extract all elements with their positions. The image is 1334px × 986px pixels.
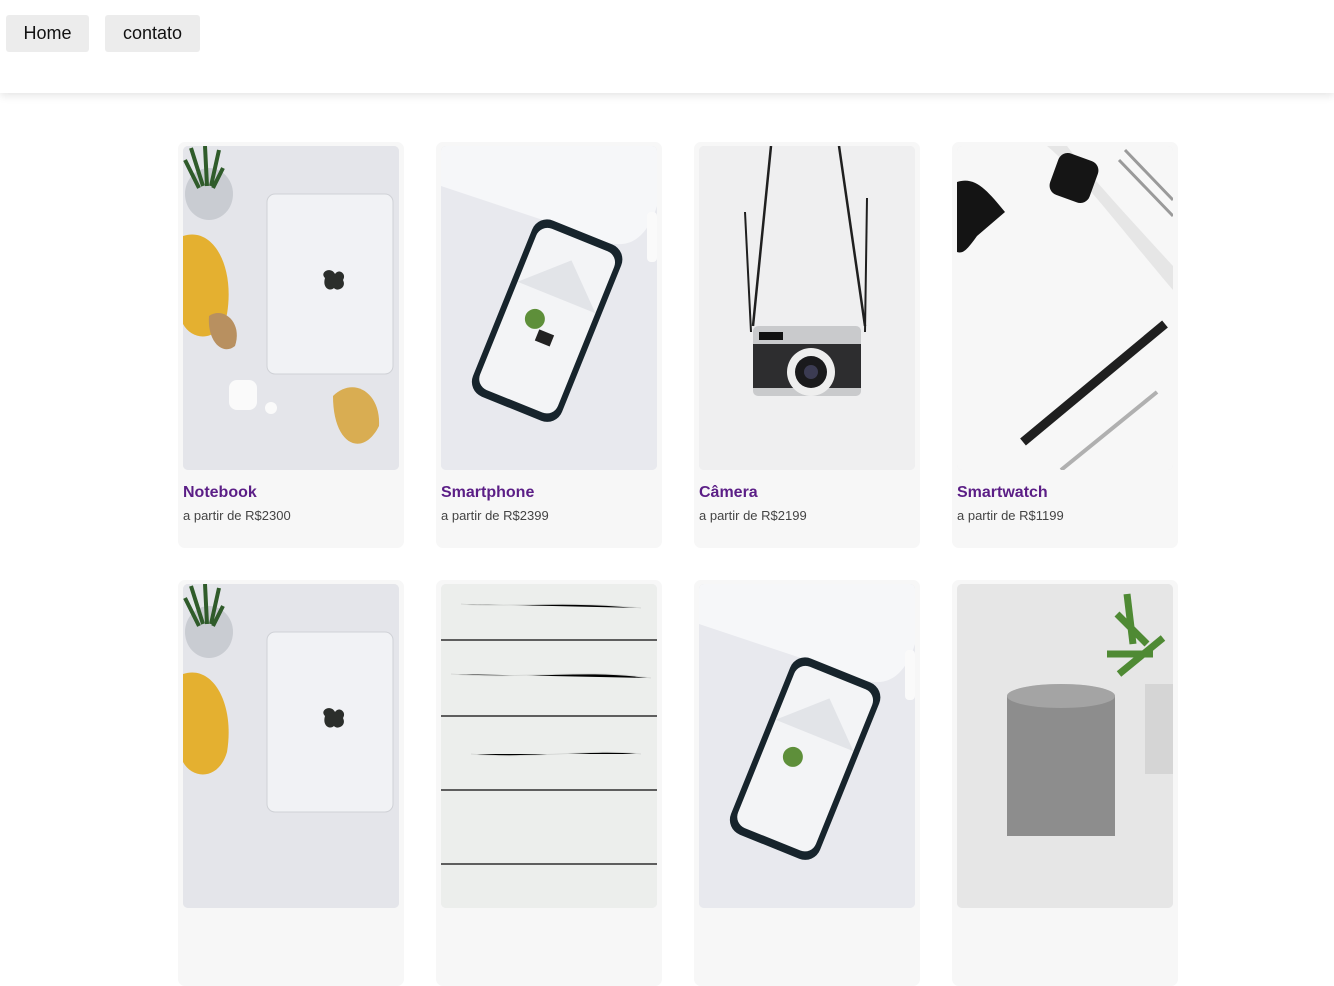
product-card-smartphone[interactable]: Smartphone a partir de R$2399: [436, 142, 662, 548]
product-card-camera[interactable]: Câmera a partir de R$2199: [694, 142, 920, 548]
product-price: a partir de R$2300: [183, 508, 291, 523]
smartwatch-photo: [957, 146, 1173, 470]
nav-home-button[interactable]: Home: [6, 15, 89, 52]
product-title: Notebook: [183, 484, 257, 501]
product-card-notebook[interactable]: Notebook a partir de R$2300: [178, 142, 404, 548]
product-price: a partir de R$2399: [441, 508, 549, 523]
product-card[interactable]: [178, 580, 404, 986]
product-card[interactable]: [694, 580, 920, 986]
wood-planks-photo: [441, 584, 657, 908]
smartphone-photo: [441, 146, 657, 470]
product-card[interactable]: [952, 580, 1178, 986]
product-price: a partir de R$2199: [699, 508, 807, 523]
smartphone-photo: [699, 584, 915, 908]
camera-photo: [699, 146, 915, 470]
smart-speaker-photo: [957, 584, 1173, 908]
product-title: Smartphone: [441, 484, 535, 501]
product-grid: Notebook a partir de R$2300 Smartphone a…: [0, 0, 1334, 986]
product-card-smartwatch[interactable]: Smartwatch a partir de R$1199: [952, 142, 1178, 548]
product-title: Smartwatch: [957, 484, 1048, 501]
product-title: Câmera: [699, 484, 758, 501]
top-nav-bar: Home contato: [0, 0, 1334, 93]
laptop-photo: [183, 584, 399, 908]
product-card[interactable]: [436, 580, 662, 986]
nav-contato-button[interactable]: contato: [105, 15, 200, 52]
product-price: a partir de R$1199: [957, 508, 1064, 523]
laptop-photo: [183, 146, 399, 470]
